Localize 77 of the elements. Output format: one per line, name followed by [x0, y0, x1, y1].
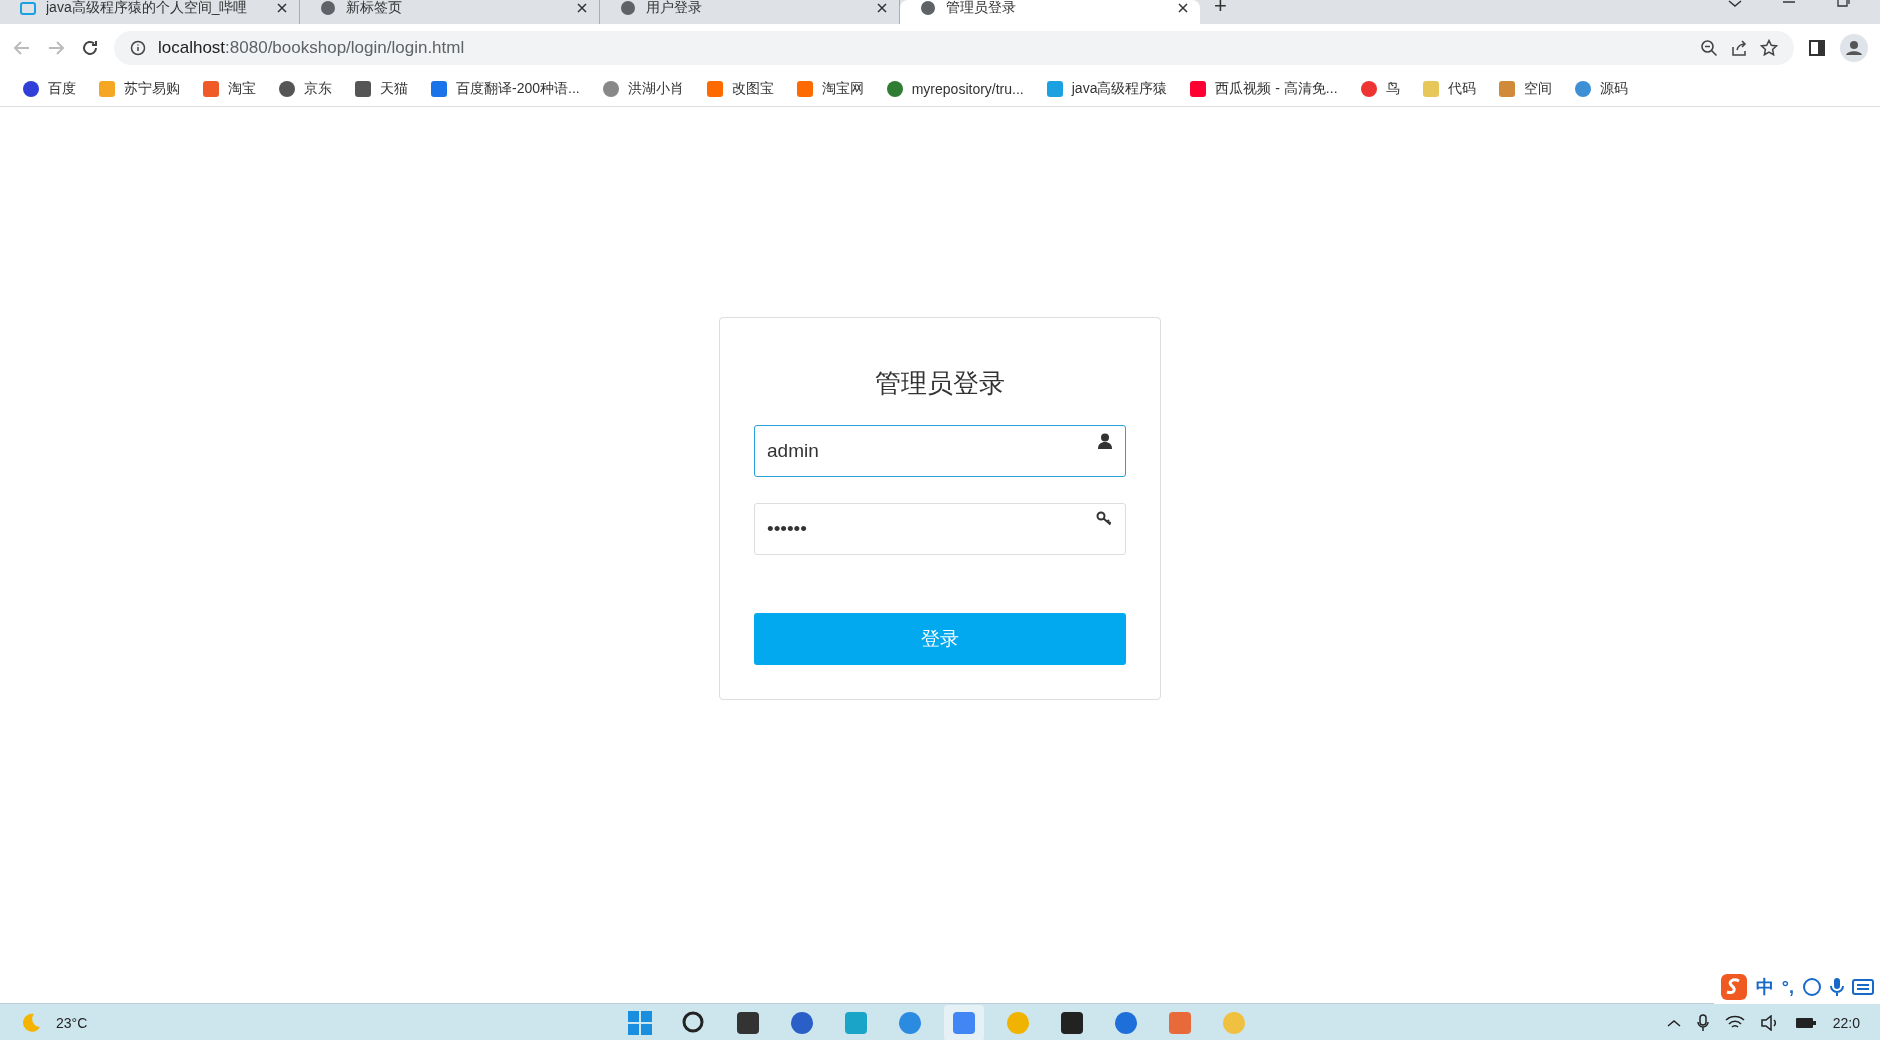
info-icon: [130, 40, 146, 56]
ime-mode-text[interactable]: 中: [1755, 975, 1774, 999]
bookmark[interactable]: 苏宁易购: [90, 80, 188, 98]
login-title: 管理员登录: [874, 367, 1006, 400]
bookmark-icon: [1189, 80, 1208, 98]
close-icon[interactable]: [1178, 3, 1188, 13]
reload-icon[interactable]: [80, 38, 100, 58]
app-icon: [627, 1010, 653, 1036]
app-icon: [1167, 1010, 1193, 1036]
close-icon[interactable]: [877, 3, 887, 13]
zoom-out-icon[interactable]: [1700, 39, 1718, 57]
username-field[interactable]: admin: [754, 425, 1126, 477]
bookmark-icon: [278, 80, 296, 98]
bookmark[interactable]: 空间: [1489, 80, 1560, 98]
temperature-text: 23°C: [56, 1015, 88, 1031]
bookmark[interactable]: 西瓜视频 - 高清免...: [1181, 80, 1346, 98]
bookmark[interactable]: 源码: [1565, 80, 1636, 98]
bookmark-icon: [1359, 80, 1378, 98]
bookmark[interactable]: 百度翻译-200种语...: [422, 80, 588, 98]
bookmark[interactable]: 淘宝网: [787, 80, 872, 98]
app-icon: [1113, 1010, 1139, 1036]
bookmark-icon: [1421, 80, 1440, 98]
bookmark[interactable]: 天猫: [346, 80, 416, 98]
bookmark-icon: [22, 80, 40, 98]
app-icon: [951, 1010, 977, 1036]
clock-text[interactable]: 22:0: [1832, 1015, 1860, 1031]
app-icon: [789, 1010, 815, 1036]
app-icon: [843, 1010, 869, 1036]
bookmark-icon: [430, 80, 448, 98]
browser-tab[interactable]: 管理员登录: [900, 0, 1200, 24]
bookmark[interactable]: 洪湖小肖: [593, 80, 692, 98]
chevron-icon[interactable]: [1728, 0, 1742, 8]
share-icon[interactable]: [1730, 39, 1748, 57]
url-text: localhost:8080/bookshop/login/login.html: [158, 38, 465, 58]
microphone-icon[interactable]: [1830, 977, 1844, 997]
user-icon: [1098, 433, 1112, 449]
bookmark-icon: [1573, 80, 1592, 98]
app-icon: [735, 1010, 761, 1036]
address-bar[interactable]: localhost:8080/bookshop/login/login.html: [114, 31, 1794, 65]
app-icon: [897, 1010, 923, 1036]
bookmark-icon: [885, 80, 904, 98]
bookmark[interactable]: 百度: [14, 80, 84, 98]
app-icon: [1005, 1010, 1031, 1036]
profile-icon[interactable]: [1840, 34, 1868, 62]
keyboard-icon[interactable]: [1852, 979, 1874, 995]
bookmark[interactable]: java高级程序猿: [1037, 80, 1176, 98]
close-icon[interactable]: [277, 3, 287, 13]
bookmark[interactable]: 鸟: [1351, 80, 1408, 98]
star-icon[interactable]: [1760, 39, 1778, 57]
app-icon: [1059, 1010, 1085, 1036]
moon-icon: [20, 1012, 42, 1034]
microphone-icon[interactable]: [1696, 1014, 1709, 1032]
bookmark-icon: [1045, 80, 1064, 98]
battery-icon[interactable]: [1794, 1016, 1817, 1030]
password-field[interactable]: ••••••: [754, 503, 1126, 555]
app-icon: [1221, 1010, 1247, 1036]
bookmark-icon: [705, 80, 724, 98]
bookmark-icon: [1497, 80, 1516, 98]
bookmark-icon: [354, 80, 372, 98]
bookmark[interactable]: myrepository/tru...: [877, 80, 1032, 98]
bookmark[interactable]: 京东: [270, 80, 340, 98]
speaker-icon[interactable]: [1760, 1015, 1779, 1031]
side-panel-icon[interactable]: [1808, 39, 1826, 57]
bookmark-icon: [202, 80, 220, 98]
key-icon: [1096, 511, 1112, 527]
new-tab-button[interactable]: +: [1214, 0, 1227, 12]
bookmark[interactable]: 淘宝: [194, 80, 264, 98]
restore-icon[interactable]: [1836, 0, 1850, 8]
bookmark-icon: [795, 80, 814, 98]
close-icon[interactable]: [577, 3, 587, 13]
bookmark[interactable]: 改图宝: [697, 80, 782, 98]
ime-logo-icon: [1719, 973, 1748, 1001]
ime-punctuation-text[interactable]: °,: [1781, 976, 1794, 998]
bookmark-icon: [601, 80, 620, 98]
chevron-up-icon[interactable]: [1666, 1019, 1681, 1027]
bookmark-icon: [98, 80, 116, 98]
bookmark[interactable]: 代码: [1413, 80, 1484, 98]
